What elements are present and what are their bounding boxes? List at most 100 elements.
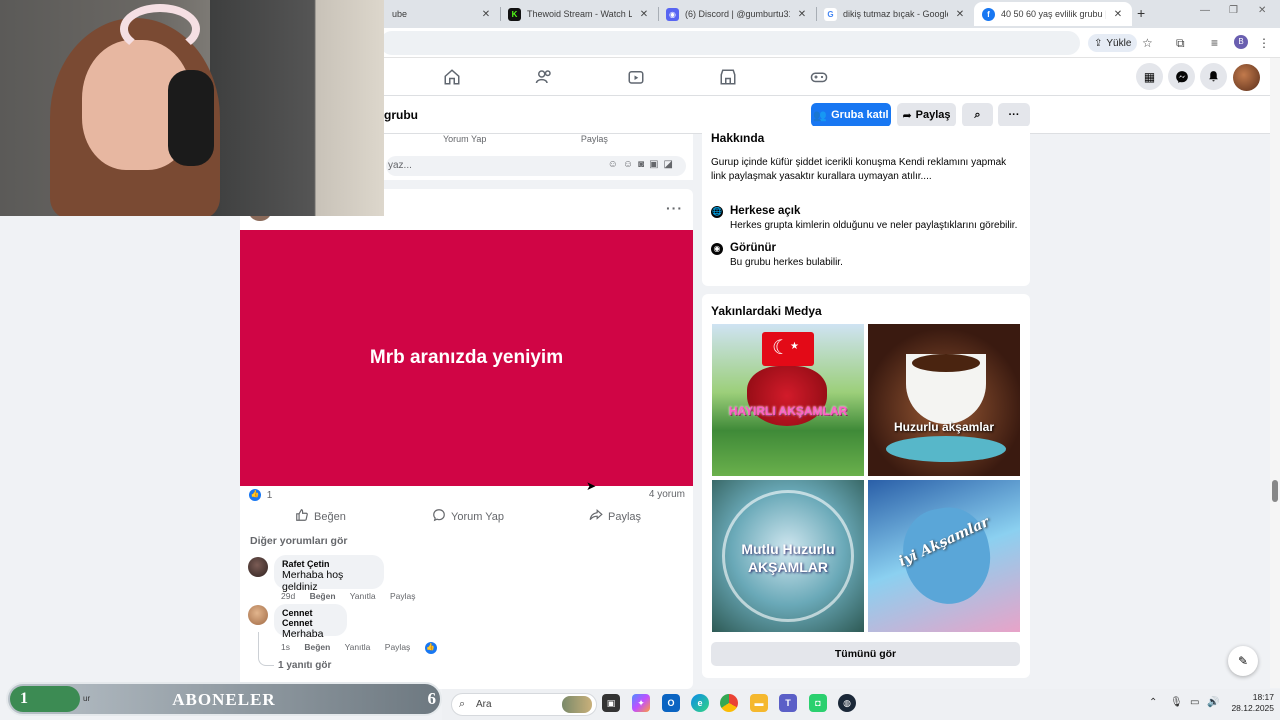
menu-kebab-icon[interactable]: ⋮	[1258, 36, 1270, 50]
minimize-icon[interactable]: —	[1200, 5, 1210, 16]
comment-button[interactable]: Yorum Yap	[432, 508, 504, 525]
address-bar[interactable]	[380, 31, 1080, 55]
like-count[interactable]: 1	[267, 490, 273, 501]
tab-thewoid[interactable]: K Thewoid Stream - Watch Live o ✕	[500, 2, 658, 26]
extensions-icon[interactable]: ⧉	[1176, 36, 1185, 51]
taskbar-search-placeholder: Ara	[476, 699, 492, 710]
comment-reply-link[interactable]: Yanıtla	[350, 591, 376, 601]
commenter-avatar[interactable]	[248, 557, 268, 577]
star-icon[interactable]: ☆	[1142, 36, 1153, 50]
marketplace-icon[interactable]	[717, 66, 739, 88]
like-reaction-icon[interactable]: 👍	[249, 489, 261, 501]
tab-title: ube	[392, 9, 408, 19]
media-tile[interactable]: Mutlu Huzurlu AKŞAMLAR	[712, 480, 864, 632]
tray-chevron-up-icon[interactable]: ⌃	[1149, 697, 1157, 708]
browser-profile-avatar[interactable]: B	[1234, 35, 1248, 49]
share-action-label[interactable]: Paylaş	[581, 134, 608, 144]
steam-icon[interactable]: ◍	[838, 694, 856, 712]
share-button[interactable]: Paylaş	[589, 508, 641, 525]
comment-share-link[interactable]: Paylaş	[385, 642, 411, 652]
comment-input[interactable]: yaz... ☺☺◙▣◪	[386, 156, 686, 176]
media-controls-icon[interactable]: ≡	[1211, 36, 1218, 50]
comment-time[interactable]: 1s	[281, 642, 290, 652]
video-icon[interactable]	[625, 66, 647, 88]
post-action-bar: Beğen Yorum Yap Paylaş	[249, 508, 685, 528]
friends-icon[interactable]	[533, 66, 555, 88]
account-avatar[interactable]	[1233, 64, 1260, 91]
home-icon[interactable]	[441, 66, 463, 88]
see-all-media-button[interactable]: Tümünü gör	[711, 642, 1020, 666]
taskbar-clock[interactable]: 18:17 28.12.2025	[1224, 692, 1274, 714]
close-icon[interactable]: ✕	[480, 9, 492, 20]
see-replies-link[interactable]: 1 yanıtı gör	[278, 660, 331, 671]
chrome-icon[interactable]	[720, 694, 738, 712]
comment-like-link[interactable]: Beğen	[304, 642, 330, 652]
comment-input-placeholder: yaz...	[388, 160, 412, 171]
media-tile[interactable]: Huzurlu akşamlar	[868, 324, 1020, 476]
see-more-comments-link[interactable]: Diğer yorumları gör	[250, 535, 347, 547]
join-group-label: Gruba katıl	[831, 109, 889, 121]
file-explorer-icon[interactable]: ▬	[750, 694, 768, 712]
comment-count[interactable]: 4 yorum	[649, 489, 685, 500]
commenter-avatar[interactable]	[248, 605, 268, 625]
task-view-icon[interactable]: ▣	[602, 694, 620, 712]
messenger-icon[interactable]	[1168, 63, 1195, 90]
scrollbar-thumb[interactable]	[1272, 480, 1278, 502]
clock-time: 18:17	[1252, 692, 1274, 702]
tab-facebook[interactable]: f 40 50 60 yaş evlilik grubu | Face ✕	[974, 2, 1132, 26]
close-icon[interactable]: ✕	[1112, 9, 1124, 20]
see-all-label: Tümünü gör	[834, 648, 897, 660]
comment-time[interactable]: 29d	[281, 591, 295, 601]
reaction-summary: 👍 1 4 yorum	[249, 489, 685, 503]
tab-google[interactable]: G dikiş tutmaz bıçak - Google'da ✕	[816, 2, 974, 26]
search-group-button[interactable]: ⌕	[962, 103, 993, 127]
media-tile[interactable]: iyi Akşamlar	[868, 480, 1020, 632]
search-highlight-image	[562, 696, 592, 713]
upload-button[interactable]: ⇪ Yükle	[1088, 34, 1138, 52]
comment-action-label[interactable]: Yorum Yap	[443, 134, 486, 144]
like-button[interactable]: Beğen	[295, 508, 346, 525]
outlook-icon[interactable]: O	[662, 694, 680, 712]
subscriber-count-right: 6	[427, 689, 437, 708]
share-group-button[interactable]: ➦ Paylaş	[897, 103, 956, 127]
window-close-icon[interactable]: ✕	[1258, 5, 1266, 16]
post-options-icon[interactable]: ···	[666, 200, 683, 216]
media-tile[interactable]: ☾ ★ HAYIRLI AKŞAMLAR	[712, 324, 864, 476]
comment-bubble: Cennet Cennet Merhaba	[274, 604, 347, 640]
copilot-icon[interactable]: ✦	[632, 694, 650, 712]
comment-like-reaction-icon[interactable]: 👍	[424, 642, 437, 654]
comment-like-link[interactable]: Beğen	[310, 591, 336, 601]
taskbar-search-box[interactable]: ⌕ Ara	[451, 693, 597, 716]
new-message-button[interactable]: ✎	[1228, 646, 1258, 676]
close-icon[interactable]: ✕	[796, 9, 808, 20]
apps-menu-icon[interactable]: ▦	[1136, 63, 1163, 90]
more-options-button[interactable]: ···	[998, 103, 1030, 127]
page-scrollbar[interactable]	[1270, 58, 1280, 688]
new-tab-icon[interactable]: +	[1137, 5, 1145, 21]
tab-discord[interactable]: ◉ (6) Discord | @gumburtu31 ✕	[658, 2, 816, 26]
edge-icon[interactable]: e	[691, 694, 709, 712]
stream-app-icon[interactable]: ◘	[809, 694, 827, 712]
gaming-icon[interactable]	[808, 66, 830, 88]
media-caption: Huzurlu akşamlar	[893, 420, 995, 434]
close-icon[interactable]: ✕	[954, 9, 966, 20]
close-icon[interactable]: ✕	[638, 9, 650, 20]
post-background-text[interactable]: Mrb aranızda yeniyim	[240, 230, 693, 486]
network-icon[interactable]: ▭	[1190, 697, 1199, 708]
volume-icon[interactable]: 🔊	[1207, 697, 1219, 708]
comment-reply-link[interactable]: Yanıtla	[345, 642, 371, 652]
microphone-icon[interactable]: 🎙	[1170, 697, 1183, 708]
teams-icon[interactable]: T	[779, 694, 797, 712]
tab-youtube[interactable]: ube ✕	[384, 2, 500, 26]
commenter-name[interactable]: Cennet Cennet	[282, 608, 339, 628]
mouse-cursor-icon: ➤	[586, 479, 597, 493]
restore-icon[interactable]: ❐	[1229, 5, 1238, 16]
share-label: Paylaş	[608, 510, 642, 523]
visibility-heading: Görünür	[730, 242, 776, 254]
join-group-button[interactable]: 👥 Gruba katıl	[811, 103, 891, 127]
tab-title: dikiş tutmaz bıçak - Google'da	[843, 9, 948, 19]
comment-share-link[interactable]: Paylaş	[390, 591, 416, 601]
notifications-bell-icon[interactable]	[1200, 63, 1227, 90]
commenter-name[interactable]: Rafet Çetin	[282, 559, 376, 569]
google-icon: G	[824, 7, 837, 21]
